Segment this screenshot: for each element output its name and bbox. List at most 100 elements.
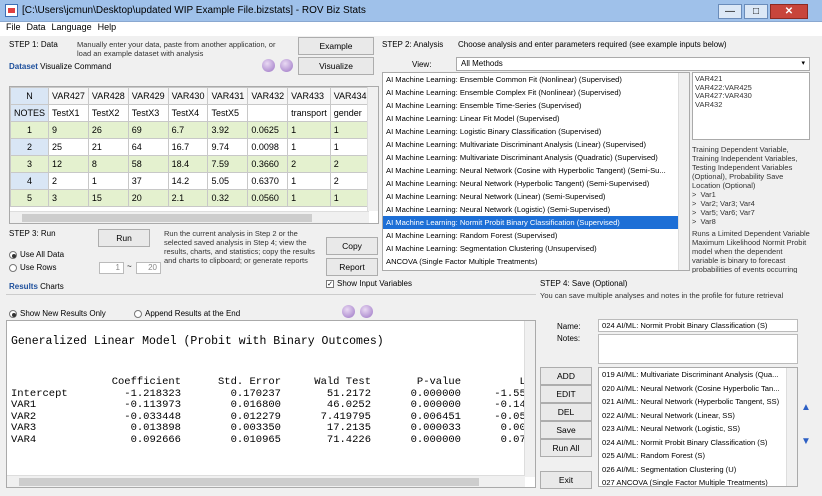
row-header[interactable]: 4 xyxy=(10,172,50,190)
method-list-item[interactable]: AI Machine Learning: Random Forest (Supe… xyxy=(383,229,689,242)
table-cell[interactable]: 0.3660 xyxy=(247,155,289,173)
row-header[interactable]: 1 xyxy=(10,121,50,139)
method-list-item[interactable]: AI Machine Learning: Ensemble Complex Fi… xyxy=(383,86,689,99)
table-cell[interactable]: 1 xyxy=(287,121,331,139)
table-cell[interactable]: 2 xyxy=(287,155,331,173)
methods-list[interactable]: AI Machine Learning: Ensemble Common Fit… xyxy=(382,72,690,271)
table-cell[interactable]: 1 xyxy=(87,172,129,190)
row-header[interactable]: 2 xyxy=(10,138,50,156)
table-cell[interactable]: transport xyxy=(287,104,331,122)
table-cell[interactable]: 1 xyxy=(287,138,331,156)
column-header[interactable]: VAR430 xyxy=(167,87,209,105)
row-to-input[interactable]: 20 xyxy=(136,262,161,274)
method-list-item[interactable]: AI Machine Learning: Multivariate Discri… xyxy=(383,138,689,151)
minimize-button[interactable]: — xyxy=(718,4,742,19)
append-radio[interactable] xyxy=(134,309,142,318)
run-all-button[interactable]: Run All xyxy=(540,439,592,457)
name-input[interactable]: 024 AI/ML: Normit Probit Binary Classifi… xyxy=(598,319,798,332)
tab-dataset[interactable]: Dataset xyxy=(9,62,38,71)
table-cell[interactable]: 26 xyxy=(87,121,129,139)
table-cell[interactable]: TestX5 xyxy=(207,104,249,122)
method-list-item[interactable]: AI Machine Learning: Neural Network (Lin… xyxy=(383,190,689,203)
table-cell[interactable]: 20 xyxy=(127,189,169,207)
table-cell[interactable]: 0.32 xyxy=(207,189,249,207)
results-hscrollbar[interactable] xyxy=(7,475,525,487)
report-button[interactable]: Report xyxy=(326,258,378,276)
table-cell[interactable]: 25 xyxy=(48,138,89,156)
table-cell[interactable]: 14.2 xyxy=(167,172,209,190)
table-cell[interactable]: TestX1 xyxy=(48,104,89,122)
column-header[interactable]: VAR431 xyxy=(207,87,249,105)
row-header[interactable]: 3 xyxy=(10,155,50,173)
show-input-checkbox[interactable]: ✓ xyxy=(326,279,334,288)
method-list-item[interactable]: AI Machine Learning: Ensemble Time-Serie… xyxy=(383,99,689,112)
saved-analyses-list[interactable]: 019 AI/ML: Multivariate Discriminant Ana… xyxy=(598,367,798,487)
move-down-icon[interactable]: ▼ xyxy=(801,436,811,447)
scroll-thumb[interactable] xyxy=(19,478,479,486)
table-cell[interactable]: 12 xyxy=(48,155,89,173)
table-cell[interactable]: 2 xyxy=(329,172,371,190)
notes-input[interactable] xyxy=(598,334,798,364)
table-cell[interactable]: TestX3 xyxy=(127,104,169,122)
saved-analysis-item[interactable]: 026 AI/ML: Segmentation Clustering (U) xyxy=(599,463,797,477)
column-header[interactable]: N xyxy=(10,87,50,105)
method-list-item[interactable]: AI Machine Learning: Segmentation Cluste… xyxy=(383,242,689,255)
table-cell[interactable]: 0.0625 xyxy=(247,121,289,139)
saved-analysis-item[interactable]: 022 AI/ML: Neural Network (Linear, SS) xyxy=(599,409,797,423)
saved-analysis-item[interactable]: 024 AI/ML: Normit Probit Binary Classifi… xyxy=(599,436,797,450)
move-up-icon[interactable]: ▲ xyxy=(801,402,811,413)
back-arrow-icon[interactable] xyxy=(342,305,355,318)
method-list-item[interactable]: AI Machine Learning: Ensemble Common Fit… xyxy=(383,73,689,86)
table-cell[interactable]: 64 xyxy=(127,138,169,156)
use-all-data-radio[interactable] xyxy=(9,250,17,259)
column-header[interactable]: VAR433 xyxy=(287,87,331,105)
table-cell[interactable]: gender xyxy=(329,104,371,122)
table-cell[interactable]: 1 xyxy=(287,172,331,190)
column-header[interactable]: VAR428 xyxy=(87,87,129,105)
table-cell[interactable]: 3 xyxy=(48,189,89,207)
tab-visualize[interactable]: Visualize xyxy=(40,62,72,71)
forward-arrow-icon[interactable] xyxy=(360,305,373,318)
table-cell[interactable]: 58 xyxy=(127,155,169,173)
menu-help[interactable]: Help xyxy=(98,22,117,32)
table-cell[interactable]: 3.92 xyxy=(207,121,249,139)
column-header[interactable]: VAR432 xyxy=(247,87,289,105)
use-rows-radio[interactable] xyxy=(9,263,17,272)
table-cell[interactable]: 7.59 xyxy=(207,155,249,173)
table-cell[interactable]: 0.6370 xyxy=(247,172,289,190)
results-scrollbar[interactable] xyxy=(524,321,535,477)
menu-language[interactable]: Language xyxy=(52,22,92,32)
saved-analysis-item[interactable]: 020 AI/ML: Neural Network (Cosine Hyperb… xyxy=(599,382,797,396)
table-cell[interactable]: 1 xyxy=(329,121,371,139)
table-cell[interactable]: 9 xyxy=(48,121,89,139)
table-cell[interactable]: 9.74 xyxy=(207,138,249,156)
results-output[interactable]: Generalized Linear Model (Probit with Bi… xyxy=(6,320,536,488)
back-arrow-icon[interactable] xyxy=(262,59,275,72)
method-list-item[interactable]: AI Machine Learning: Multivariate Discri… xyxy=(383,151,689,164)
view-select[interactable]: All Methods ▾ xyxy=(456,57,810,71)
run-button[interactable]: Run xyxy=(98,229,150,247)
table-cell[interactable]: TestX4 xyxy=(167,104,209,122)
table-cell[interactable]: 16.7 xyxy=(167,138,209,156)
copy-button[interactable]: Copy xyxy=(326,237,378,255)
table-cell[interactable]: 15 xyxy=(87,189,129,207)
table-cell[interactable]: 6.7 xyxy=(167,121,209,139)
parameters-input[interactable]: VAR421 VAR422:VAR425 VAR427:VAR430 VAR43… xyxy=(692,72,810,140)
row-header[interactable]: NOTES xyxy=(10,104,50,122)
add-button[interactable]: ADD xyxy=(540,367,592,385)
saved-analysis-item[interactable]: 027 ANCOVA (Single Factor Multiple Treat… xyxy=(599,476,797,486)
maximize-button[interactable]: □ xyxy=(744,4,768,19)
table-cell[interactable]: 21 xyxy=(87,138,129,156)
saved-analysis-item[interactable]: 021 AI/ML: Neural Network (Hyperbolic Ta… xyxy=(599,395,797,409)
show-new-radio[interactable] xyxy=(9,309,17,318)
method-list-item[interactable]: AI Machine Learning: Neural Network (Hyp… xyxy=(383,177,689,190)
saved-scrollbar[interactable] xyxy=(786,368,797,486)
grid-horizontal-scrollbar[interactable] xyxy=(10,211,369,223)
table-cell[interactable]: 2 xyxy=(329,155,371,173)
method-list-item[interactable]: ANOVA (MANOVA 2 Factor Replication) xyxy=(383,268,689,270)
column-header[interactable]: VAR427 xyxy=(48,87,89,105)
scroll-thumb[interactable] xyxy=(22,214,312,222)
edit-button[interactable]: EDIT xyxy=(540,385,592,403)
forward-arrow-icon[interactable] xyxy=(280,59,293,72)
row-header[interactable]: 5 xyxy=(10,189,50,207)
